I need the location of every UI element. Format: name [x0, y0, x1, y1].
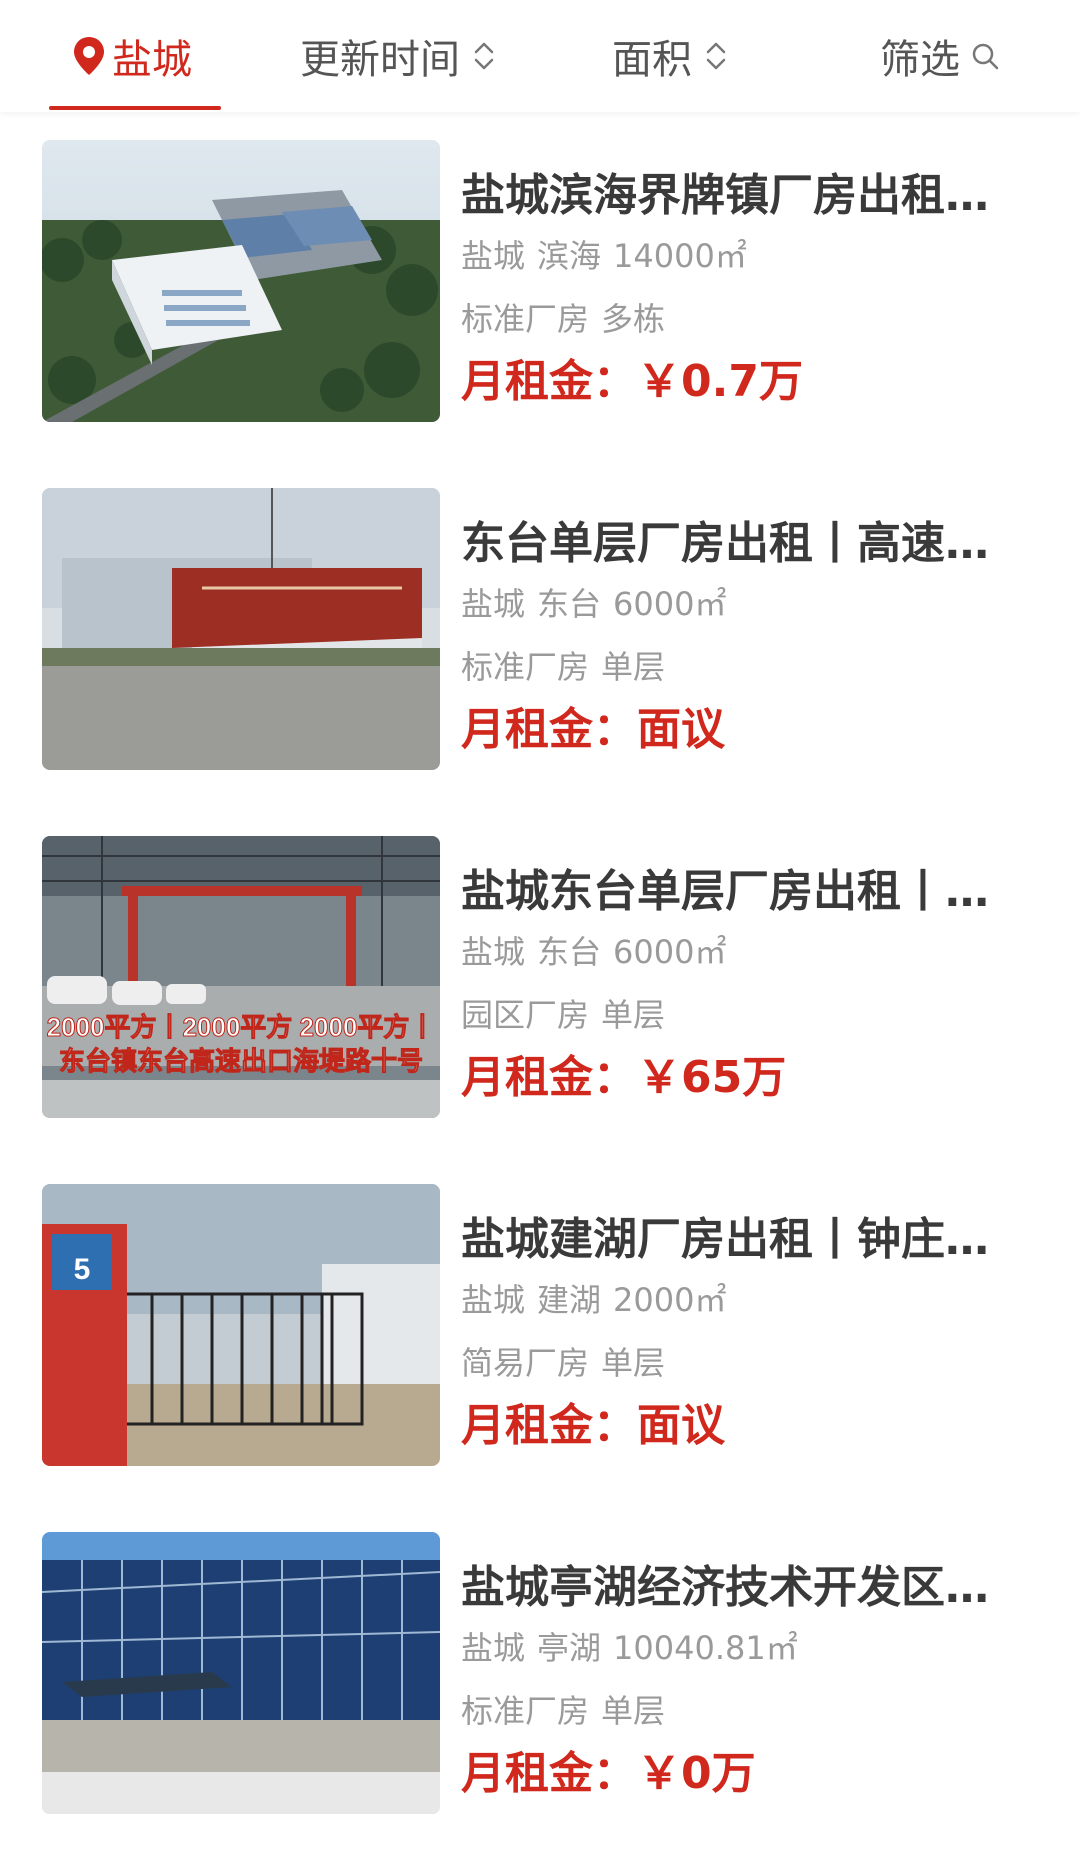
listing-rent: 月租金：面议: [461, 1396, 725, 1456]
listing-title: 盐城建湖厂房出租丨钟庄…: [461, 1214, 989, 1265]
listing-title: 盐城东台单层厂房出租丨…: [461, 866, 989, 917]
listing-city: 盐城: [461, 1629, 526, 1667]
listing-title: 盐城亭湖经济技术开发区…: [461, 1562, 989, 1613]
listing-size: 6000㎡: [613, 585, 727, 623]
listing-image-warehouse-interior: 2000平方丨2000平方 2000平方丨 东台镇东台高速出口海堤路十号: [42, 836, 440, 1118]
listing-type: 简易厂房 单层: [461, 1341, 665, 1385]
rent-value: 面议: [637, 704, 725, 755]
area-sort[interactable]: 面积: [612, 0, 728, 112]
sort-updown-icon: [706, 42, 726, 70]
rent-label: 月租金：: [461, 1052, 637, 1103]
listing-title: 盐城滨海界牌镇厂房出租…: [461, 170, 989, 221]
city-filter[interactable]: 盐城: [72, 0, 192, 112]
listing-size: 6000㎡: [613, 933, 727, 971]
listing-rent: 月租金：面议: [461, 700, 725, 760]
update-time-sort[interactable]: 更新时间: [300, 0, 496, 112]
listing-city: 盐城: [461, 585, 526, 623]
rent-value: ￥65万: [637, 1052, 787, 1103]
listing-district: 建湖: [537, 1281, 602, 1319]
listing-image-factory-aerial: [42, 140, 440, 422]
listing-rent: 月租金：￥0万: [461, 1744, 756, 1804]
image-caption-line1: 2000平方丨2000平方 2000平方丨: [47, 1012, 436, 1042]
listing-card[interactable]: 盐城滨海界牌镇厂房出租… 盐城 滨海 14000㎡ 标准厂房 多栋 月租金：￥0.7万: [0, 140, 1080, 440]
listing-category: 简易厂房: [461, 1344, 590, 1382]
listing-city: 盐城: [461, 1281, 526, 1319]
active-tab-indicator: [49, 106, 221, 110]
listing-type: 标准厂房 单层: [461, 645, 665, 689]
listing-rent: 月租金：￥0.7万: [461, 352, 803, 412]
city-filter-label: 盐城: [112, 37, 192, 83]
listing-size: 2000㎡: [613, 1281, 727, 1319]
listing-size: 14000㎡: [613, 237, 747, 275]
listing-size: 10040.81㎡: [613, 1629, 798, 1667]
search-icon: [972, 43, 999, 70]
listing-location: 盐城 建湖 2000㎡: [461, 1278, 726, 1322]
listing-image-factory-gate: [42, 488, 440, 770]
listing-city: 盐城: [461, 933, 526, 971]
listing-floors: 单层: [601, 996, 666, 1034]
image-sign-number: 5: [74, 1253, 91, 1286]
listing-card[interactable]: 5 盐城建湖厂房出租丨钟庄… 盐城 建湖 2000㎡ 简易厂房 单层 月租金：面议: [0, 1184, 1080, 1484]
listing-category: 标准厂房: [461, 1692, 590, 1730]
listing-title: 东台单层厂房出租丨高速…: [461, 518, 989, 569]
listing-category: 园区厂房: [461, 996, 590, 1034]
rent-label: 月租金：: [461, 1400, 637, 1451]
listing-rent: 月租金：￥65万: [461, 1048, 786, 1108]
listing-type: 标准厂房 多栋: [461, 297, 665, 341]
rent-value: ￥0.7万: [637, 356, 803, 407]
rent-label: 月租金：: [461, 1748, 637, 1799]
rent-label: 月租金：: [461, 356, 637, 407]
listing-card[interactable]: 2000平方丨2000平方 2000平方丨 东台镇东台高速出口海堤路十号 盐城东…: [0, 836, 1080, 1136]
filter-bar: 盐城 更新时间 面积 筛选: [0, 0, 1080, 112]
listing-category: 标准厂房: [461, 300, 590, 338]
listing-location: 盐城 东台 6000㎡: [461, 930, 726, 974]
listing-image-glass-building: [42, 1532, 440, 1814]
listing-district: 东台: [537, 933, 602, 971]
listing-image-factory-fence: 5: [42, 1184, 440, 1466]
sort-updown-icon: [474, 42, 494, 70]
listing-location: 盐城 东台 6000㎡: [461, 582, 726, 626]
listing-floors: 单层: [601, 1344, 666, 1382]
listing-location: 盐城 亭湖 10040.81㎡: [461, 1626, 798, 1670]
listing-card[interactable]: 东台单层厂房出租丨高速… 盐城 东台 6000㎡ 标准厂房 单层 月租金：面议: [0, 488, 1080, 788]
filter-button[interactable]: 筛选: [880, 0, 1000, 112]
rent-value: ￥0万: [637, 1748, 756, 1799]
location-pin-icon: [74, 37, 104, 75]
update-time-label: 更新时间: [300, 37, 460, 83]
image-caption-line2: 东台镇东台高速出口海堤路十号: [59, 1046, 423, 1076]
filter-label: 筛选: [880, 37, 960, 83]
listing-type: 园区厂房 单层: [461, 993, 665, 1037]
area-label: 面积: [612, 37, 692, 83]
listing-district: 亭湖: [537, 1629, 602, 1667]
listing-floors: 单层: [601, 648, 666, 686]
listing-district: 东台: [537, 585, 602, 623]
listing-floors: 单层: [601, 1692, 666, 1730]
listing-floors: 多栋: [601, 300, 666, 338]
listing-type: 标准厂房 单层: [461, 1689, 665, 1733]
listing-location: 盐城 滨海 14000㎡: [461, 234, 747, 278]
rent-label: 月租金：: [461, 704, 637, 755]
listing-card[interactable]: 盐城亭湖经济技术开发区… 盐城 亭湖 10040.81㎡ 标准厂房 单层 月租金：￥0…: [0, 1532, 1080, 1832]
listing-category: 标准厂房: [461, 648, 590, 686]
listing-district: 滨海: [537, 237, 602, 275]
rent-value: 面议: [637, 1400, 725, 1451]
listing-city: 盐城: [461, 237, 526, 275]
